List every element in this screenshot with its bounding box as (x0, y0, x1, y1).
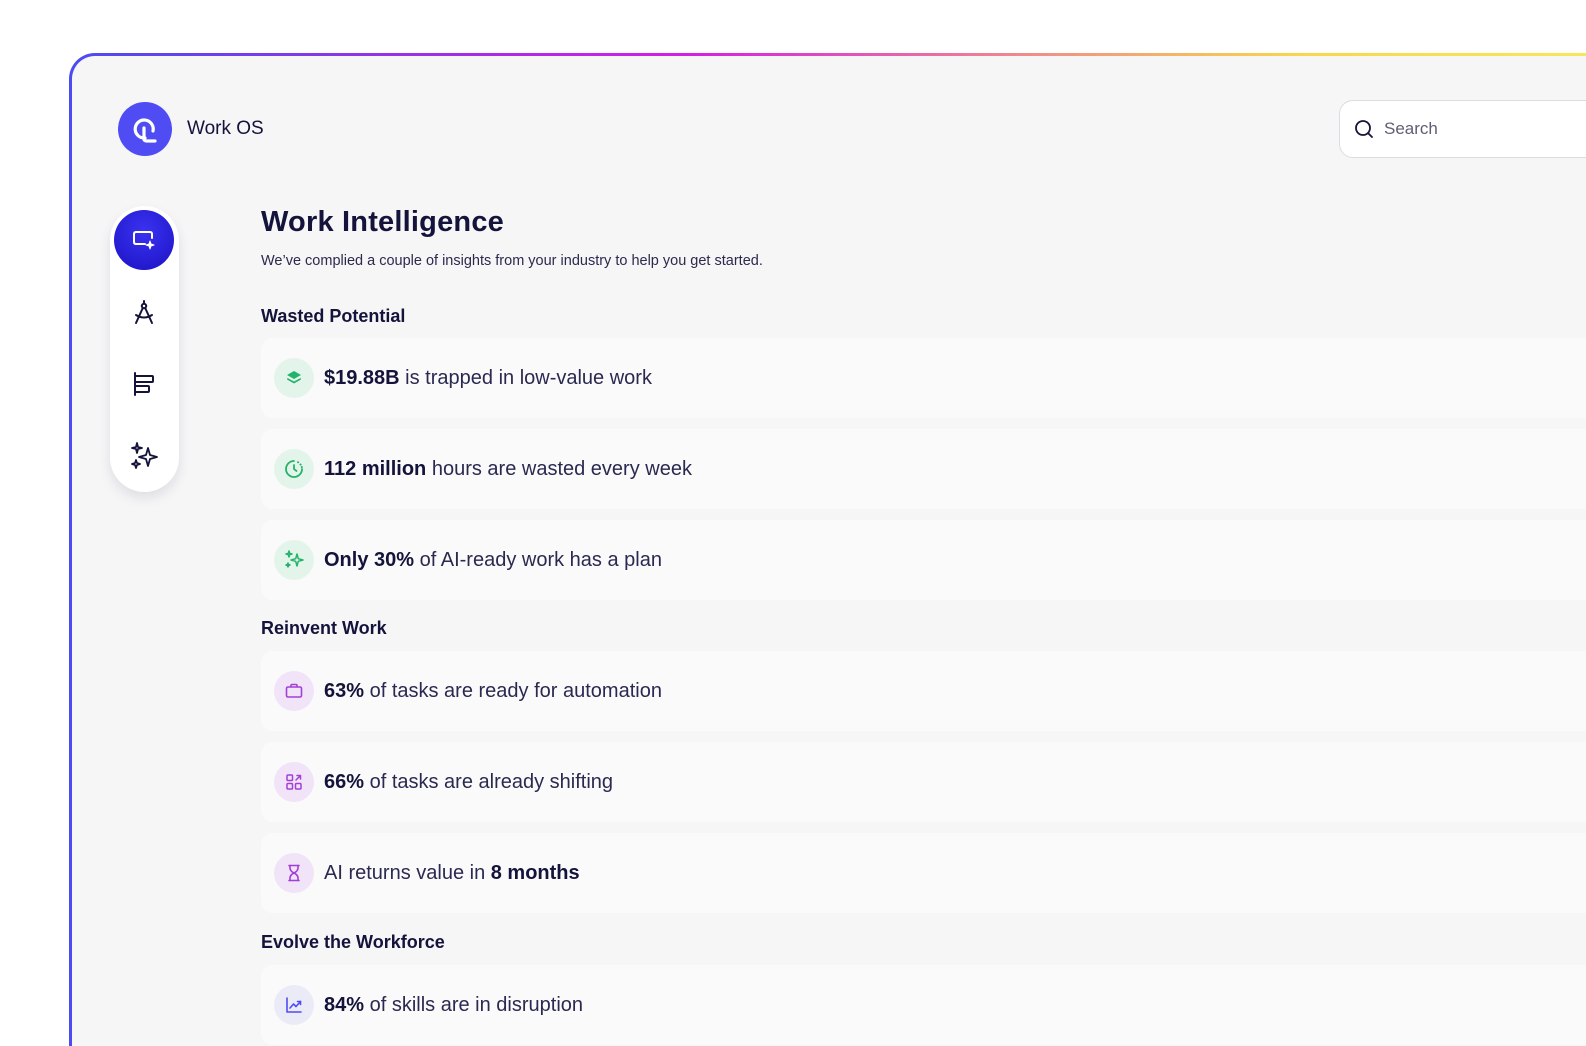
main-content: Work Intelligence We’ve complied a coupl… (261, 206, 1586, 1045)
insight-text: 84% of skills are in disruption (324, 993, 584, 1016)
compass-icon (135, 300, 153, 324)
rail-item-work-intelligence[interactable] (114, 210, 174, 270)
page-subtitle: We’ve complied a couple of insights from… (261, 253, 763, 269)
side-rail (110, 206, 179, 492)
page-title: Work Intelligence (261, 206, 504, 238)
insight-text: 63% of tasks are ready for automation (324, 679, 662, 702)
insight-text: 66% of tasks are already shifting (324, 770, 614, 793)
clock-icon (274, 449, 314, 489)
align-bars-icon (134, 372, 154, 396)
insight-card[interactable]: Only 30% of AI-ready work has a plan (261, 520, 1586, 600)
layers-icon (274, 358, 314, 398)
rail-item-design[interactable] (114, 282, 174, 342)
search-input[interactable] (1384, 119, 1584, 139)
sparkle-icon (274, 540, 314, 580)
section-title-evolve-workforce: Evolve the Workforce (261, 932, 445, 952)
brand-header: Work OS (118, 102, 264, 156)
rail-item-align[interactable] (114, 354, 174, 414)
sparkles-icon (131, 442, 158, 469)
hourglass-icon (274, 853, 314, 893)
section-title-reinvent-work: Reinvent Work (261, 618, 387, 638)
insight-card[interactable]: 63% of tasks are ready for automation (261, 651, 1586, 731)
app-window-frame: Work OS Search Work Intelligence We’ve c… (69, 53, 1586, 1046)
search-box[interactable] (1339, 100, 1586, 158)
logo-icon[interactable] (118, 102, 172, 156)
insight-text: 112 million hours are wasted every week (324, 457, 692, 480)
insight-card[interactable]: 112 million hours are wasted every week (261, 429, 1586, 509)
section-title-wasted-potential: Wasted Potential (261, 306, 406, 326)
app-window: Work OS Search Work Intelligence We’ve c… (72, 56, 1586, 1046)
insight-card[interactable]: AI returns value in 8 months (261, 833, 1586, 913)
briefcase-icon (274, 671, 314, 711)
insight-card[interactable]: 84% of skills are in disruption (261, 965, 1586, 1045)
ai-screen-icon (133, 231, 155, 250)
insight-text: $19.88B is trapped in low-value work (324, 366, 652, 389)
insight-card[interactable]: $19.88B is trapped in low-value work (261, 338, 1586, 418)
grid-shift-icon (274, 762, 314, 802)
rail-item-ai[interactable] (114, 426, 174, 486)
insight-card[interactable]: 66% of tasks are already shifting (261, 742, 1586, 822)
insight-text: AI returns value in 8 months (324, 861, 580, 884)
insight-text: Only 30% of AI-ready work has a plan (324, 548, 662, 571)
trend-chart-icon (274, 985, 314, 1025)
search-icon (1355, 120, 1373, 138)
app-name: Work OS (187, 118, 264, 139)
